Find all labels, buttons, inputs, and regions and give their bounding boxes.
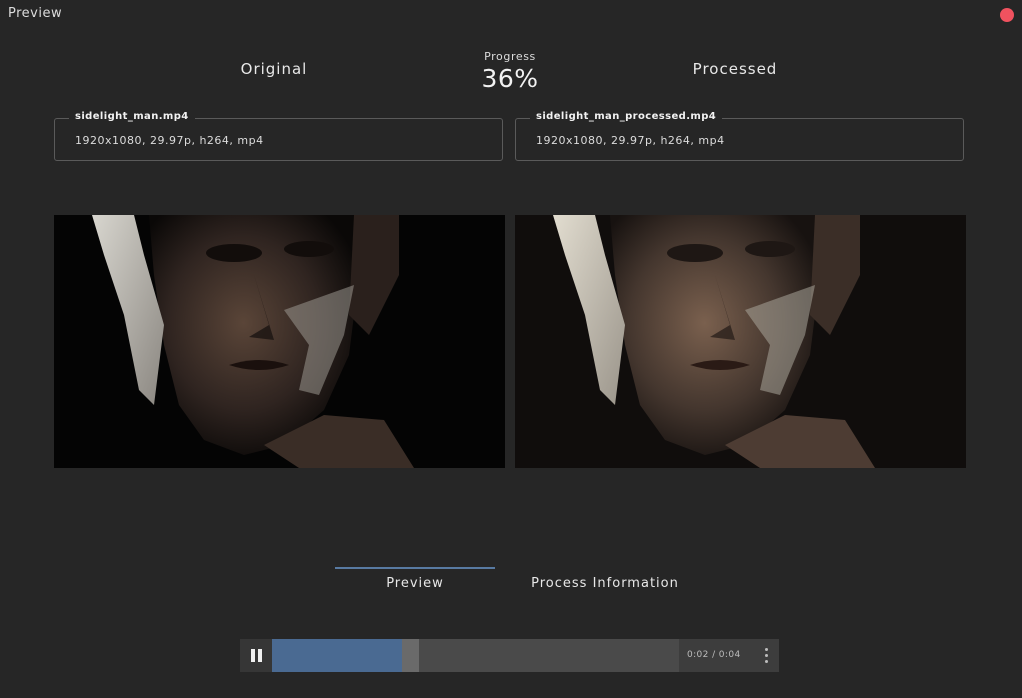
more-options-icon[interactable] bbox=[761, 647, 771, 665]
original-file-name: sidelight_man.mp4 bbox=[69, 111, 195, 122]
processed-file-name: sidelight_man_processed.mp4 bbox=[530, 111, 723, 122]
seek-played bbox=[272, 639, 402, 672]
tab-preview[interactable]: Preview bbox=[335, 576, 495, 591]
tab-process-information[interactable]: Process Information bbox=[505, 576, 705, 591]
pause-icon bbox=[251, 649, 255, 662]
window-title: Preview bbox=[8, 6, 63, 21]
active-tab-indicator bbox=[335, 567, 495, 569]
processed-file-meta: 1920x1080, 29.97p, h264, mp4 bbox=[536, 134, 725, 147]
seek-bar[interactable] bbox=[272, 639, 679, 672]
progress-label: Progress bbox=[484, 50, 536, 63]
close-button[interactable] bbox=[1000, 8, 1014, 22]
time-display: 0:02 / 0:04 bbox=[687, 650, 741, 660]
original-file-box: sidelight_man.mp4 1920x1080, 29.97p, h26… bbox=[54, 111, 503, 161]
pause-button[interactable] bbox=[240, 639, 272, 672]
pause-icon-bar bbox=[258, 649, 262, 662]
original-heading: Original bbox=[240, 60, 308, 78]
processed-heading: Processed bbox=[692, 60, 778, 78]
processed-file-box: sidelight_man_processed.mp4 1920x1080, 2… bbox=[515, 111, 964, 161]
progress-value: 36% bbox=[481, 64, 539, 93]
video-player-controls: 0:02 / 0:04 bbox=[240, 639, 779, 672]
original-file-meta: 1920x1080, 29.97p, h264, mp4 bbox=[75, 134, 264, 147]
processed-video-frame bbox=[515, 215, 966, 468]
original-video-frame bbox=[54, 215, 505, 468]
